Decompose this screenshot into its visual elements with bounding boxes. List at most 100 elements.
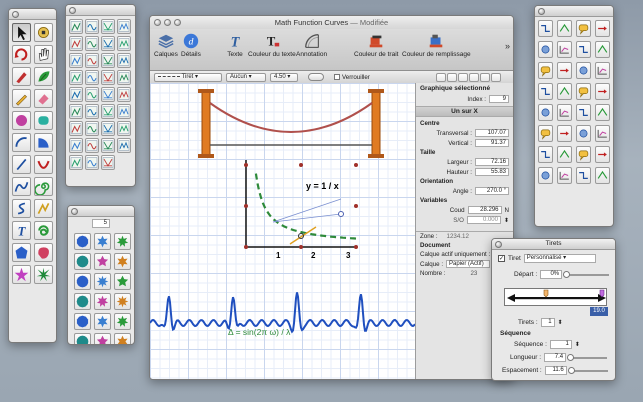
close-icon[interactable] (538, 8, 545, 15)
control-handle[interactable] (338, 211, 344, 217)
connector-template-button[interactable] (595, 167, 610, 184)
so-stepper-icon[interactable]: ⬍ (504, 217, 509, 224)
start-slider-knob[interactable] (563, 270, 571, 278)
index-field[interactable]: 9 (489, 95, 509, 103)
right-post[interactable] (371, 90, 381, 157)
shape-template-button[interactable] (114, 233, 131, 250)
connector-template-button[interactable] (538, 146, 553, 163)
minimize-window-button[interactable] (164, 19, 171, 26)
graph-template-button[interactable] (101, 19, 115, 34)
connector-template-button[interactable] (595, 62, 610, 79)
blob-tool-button[interactable] (34, 243, 53, 262)
text-tool-button[interactable]: T (12, 221, 31, 240)
sequence-stepper-icon[interactable]: ⬍ (575, 341, 580, 348)
connector-template-button[interactable] (557, 20, 572, 37)
burst-tool-button[interactable] (34, 265, 53, 284)
reshape-tool-button[interactable] (34, 23, 53, 42)
connector-template-button[interactable] (576, 41, 591, 58)
connector-template-button[interactable] (538, 20, 553, 37)
align-button-6[interactable] (491, 73, 501, 82)
selection-handle[interactable] (244, 163, 248, 167)
sine-wave[interactable] (150, 292, 415, 334)
connector-template-button[interactable] (557, 104, 572, 121)
connector-template-button[interactable] (576, 167, 591, 184)
shape-template-button[interactable] (74, 313, 91, 330)
length-slider-knob[interactable] (567, 353, 575, 361)
shape-template-button[interactable] (94, 253, 111, 270)
connector-template-button[interactable] (576, 83, 591, 100)
shape-palette-top-titlebar[interactable] (66, 5, 135, 16)
document-titlebar[interactable]: Math Function Curves — Modifiée (150, 16, 513, 29)
graph-template-button[interactable] (69, 155, 83, 170)
graph-template-button[interactable] (85, 104, 99, 119)
eraser-tool-button[interactable] (34, 89, 53, 108)
dash-panel-close-icon[interactable] (495, 241, 502, 248)
connector-template-button[interactable] (538, 125, 553, 142)
width-field[interactable]: 72.16 (475, 158, 509, 166)
connector-template-button[interactable] (557, 146, 572, 163)
close-window-button[interactable] (154, 19, 161, 26)
graph-template-button[interactable] (101, 121, 115, 136)
shape-template-button[interactable] (114, 273, 131, 290)
graph-template-button[interactable] (85, 19, 99, 34)
shape-template-button[interactable] (74, 253, 91, 270)
connector-template-button[interactable] (557, 167, 572, 184)
dashes-stepper-icon[interactable]: ⬍ (558, 319, 563, 326)
dash-style-popup[interactable]: Tiret ▾ (154, 73, 222, 82)
connector-template-button[interactable] (576, 125, 591, 142)
graph-template-button[interactable] (101, 138, 115, 153)
close-icon[interactable] (71, 208, 78, 215)
selection-handle[interactable] (354, 245, 358, 249)
spacing-field[interactable]: 11.6 (544, 366, 567, 375)
pencil-tool-button[interactable] (12, 89, 31, 108)
shape-template-button[interactable] (74, 333, 91, 344)
close-icon[interactable] (12, 11, 19, 18)
height-field[interactable]: 55.83 (475, 168, 509, 176)
connector-template-button[interactable] (595, 83, 610, 100)
selection-handle[interactable] (244, 245, 248, 249)
arc-tool-button[interactable] (12, 133, 31, 152)
shape-template-button[interactable] (94, 273, 111, 290)
hand-tool-button[interactable] (34, 45, 53, 64)
connector-template-button[interactable] (557, 83, 572, 100)
spacing-slider[interactable] (567, 366, 608, 374)
catenary-curve[interactable] (209, 102, 373, 133)
connector-template-button[interactable] (538, 104, 553, 121)
graph-template-button[interactable] (117, 53, 131, 68)
align-button-1[interactable] (436, 73, 446, 82)
connector-template-button[interactable] (538, 167, 553, 184)
selection-handle[interactable] (299, 163, 303, 167)
connector-template-button[interactable] (595, 125, 610, 142)
fill-color-button[interactable]: Couleur de remplissage (402, 32, 471, 58)
shape-template-button[interactable] (114, 293, 131, 310)
star-tool-button[interactable] (12, 265, 31, 284)
details-button[interactable]: d Détails (181, 32, 201, 58)
vertical-field[interactable]: 91.37 (475, 139, 509, 147)
shape-template-button[interactable] (114, 313, 131, 330)
selection-handle[interactable] (354, 163, 358, 167)
spiral-tool-button[interactable] (34, 177, 53, 196)
graph-template-button[interactable] (85, 70, 99, 85)
close-icon[interactable] (69, 7, 76, 14)
connector-template-button[interactable] (557, 62, 572, 79)
symbol-palette-titlebar[interactable] (535, 6, 613, 17)
circle-tool-button[interactable] (12, 111, 31, 130)
angle-field[interactable]: 270.0 ° (475, 187, 509, 195)
graph-template-button[interactable] (117, 104, 131, 119)
graph-template-button[interactable] (117, 121, 131, 136)
left-post[interactable] (201, 90, 211, 157)
graph-template-button[interactable] (85, 155, 99, 170)
rounded-rect-tool-button[interactable] (34, 111, 53, 130)
connector-template-button[interactable] (557, 41, 572, 58)
graph-template-button[interactable] (85, 138, 99, 153)
wedge-tool-button[interactable] (34, 133, 53, 152)
coud-field[interactable]: 28.296 (467, 206, 502, 214)
start-field[interactable]: 0% (540, 270, 563, 279)
graph-template-button[interactable] (85, 121, 99, 136)
graph-template-button[interactable] (101, 36, 115, 51)
shape-template-button[interactable] (94, 333, 111, 344)
connector-template-button[interactable] (576, 20, 591, 37)
shape-template-button[interactable] (94, 233, 111, 250)
swirl-tool-button[interactable] (34, 221, 53, 240)
left-palette-titlebar[interactable] (9, 9, 56, 20)
